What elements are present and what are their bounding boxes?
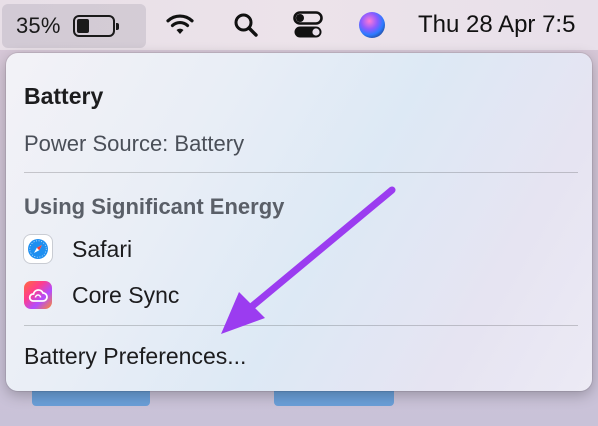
- energy-section-heading: Using Significant Energy: [24, 194, 285, 219]
- battery-tip: [115, 23, 119, 30]
- battery-preferences-item[interactable]: Battery Preferences...: [24, 343, 246, 370]
- control-center-icon[interactable]: [290, 0, 326, 50]
- battery-menu-panel: Battery Power Source: Battery Using Sign…: [6, 53, 592, 391]
- app-label: Safari: [72, 235, 133, 262]
- panel-title: Battery: [24, 83, 104, 109]
- menu-bar-clock[interactable]: Thu 28 Apr 7:5: [418, 0, 575, 50]
- energy-app-core-sync[interactable]: Core Sync: [24, 281, 179, 309]
- siri-orb: [359, 12, 385, 38]
- battery-level-fill: [76, 19, 89, 33]
- safari-icon: [24, 235, 52, 263]
- battery-percentage: 35%: [16, 13, 61, 38]
- power-source-label: Power Source: Battery: [24, 131, 245, 156]
- battery-icon: [72, 15, 119, 37]
- app-label: Core Sync: [72, 281, 180, 308]
- divider: [24, 325, 578, 326]
- spotlight-search-icon[interactable]: [228, 0, 264, 50]
- wifi-icon[interactable]: [160, 0, 200, 50]
- menu-bar: 35% Thu 28 Apr 7:5: [0, 0, 598, 50]
- divider: [24, 172, 578, 173]
- core-sync-icon: [24, 281, 52, 309]
- battery-menu-extra[interactable]: 35%: [2, 4, 146, 48]
- siri-icon[interactable]: [354, 0, 390, 50]
- energy-app-safari[interactable]: Safari: [24, 235, 132, 263]
